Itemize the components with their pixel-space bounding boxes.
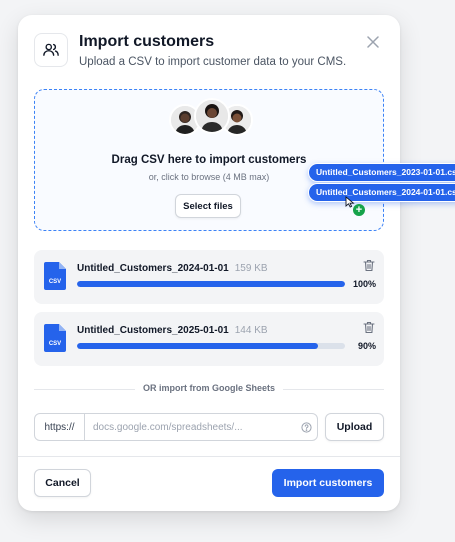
trash-icon[interactable] <box>363 259 375 272</box>
file-name: Untitled_Customers_2025-01-01 144 KB <box>77 325 268 336</box>
dragging-file-chip: Untitled_Customers_2023-01-01.csv <box>308 163 455 182</box>
dragging-file-chip: Untitled_Customers_2024-01-01.csv <box>308 183 455 202</box>
file-item: CSV Untitled_Customers_2025-01-01 144 KB … <box>34 312 384 366</box>
copy-badge-icon: + <box>353 204 365 216</box>
file-item: CSV Untitled_Customers_2024-01-01 159 KB … <box>34 250 384 304</box>
sheets-url-field: https:// <box>34 413 318 441</box>
avatar <box>194 98 230 134</box>
import-dialog: Import customers Upload a CSV to import … <box>18 15 455 511</box>
progress-percent: 100% <box>352 279 376 289</box>
sheets-url-input[interactable] <box>85 414 295 440</box>
upload-button[interactable]: Upload <box>325 413 384 441</box>
file-name: Untitled_Customers_2024-01-01 159 KB <box>77 263 268 274</box>
select-files-button[interactable]: Select files <box>175 194 241 218</box>
file-size: 159 KB <box>234 263 268 274</box>
svg-text:CSV: CSV <box>49 341 61 347</box>
svg-text:CSV: CSV <box>49 279 61 285</box>
footer-divider <box>18 456 400 457</box>
progress-fill <box>77 281 345 287</box>
file-size: 144 KB <box>234 325 268 336</box>
progress-bar <box>77 343 345 349</box>
progress-percent: 90% <box>357 341 376 351</box>
google-sheets-divider-label: OR import from Google Sheets <box>18 383 400 393</box>
avatar-group <box>169 98 253 138</box>
import-customers-button[interactable]: Import customers <box>272 469 384 497</box>
csv-file-icon: CSV <box>44 324 66 352</box>
users-icon <box>34 33 68 67</box>
help-icon[interactable] <box>295 414 317 440</box>
file-dropzone[interactable]: Drag CSV here to import customers or, cl… <box>34 89 384 231</box>
progress-fill <box>77 343 319 349</box>
dialog-subtitle: Upload a CSV to import customer data to … <box>79 56 347 68</box>
trash-icon[interactable] <box>363 321 375 334</box>
close-icon[interactable] <box>364 33 382 51</box>
url-prefix: https:// <box>35 414 85 440</box>
cancel-button[interactable]: Cancel <box>34 469 91 497</box>
csv-file-icon: CSV <box>44 262 66 290</box>
dialog-title: Import customers <box>79 33 215 50</box>
progress-bar <box>77 281 345 287</box>
dialog-header: Import customers Upload a CSV to import … <box>34 33 384 73</box>
